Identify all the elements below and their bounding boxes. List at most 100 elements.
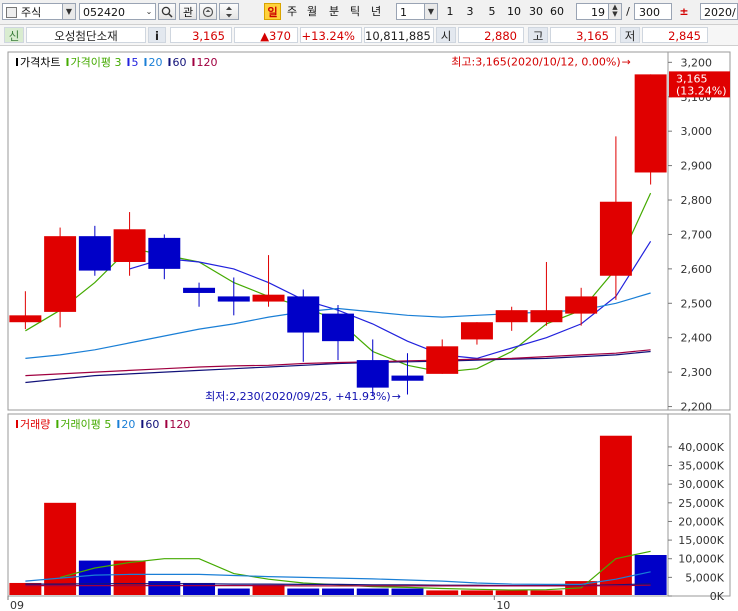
magnifier-icon bbox=[161, 6, 173, 18]
chevron-down-icon[interactable]: ▼ bbox=[424, 4, 437, 19]
candle-body bbox=[9, 315, 42, 323]
quick-1-button[interactable]: 1 bbox=[442, 3, 458, 20]
volume-tick-label: 10,000K bbox=[678, 553, 724, 566]
chart-area[interactable]: 가격차트 가격이평 3 5 20 60 120 거래량 거래이평 5 20 60 120 3,20… bbox=[0, 46, 738, 611]
price-legend-item: 20 bbox=[148, 56, 162, 69]
period-month-button[interactable]: 월 bbox=[303, 3, 321, 20]
price-change: ▲370 bbox=[234, 27, 298, 43]
volume-legend-swatch bbox=[16, 420, 18, 428]
candle-body bbox=[113, 229, 146, 262]
candle-body bbox=[183, 287, 216, 293]
volume-bar bbox=[634, 555, 667, 595]
candle-body bbox=[78, 236, 111, 271]
interval-select[interactable]: 1 ▼ bbox=[396, 3, 438, 20]
quick-3-button[interactable]: 3 bbox=[462, 3, 478, 20]
price-legend-item: 5 bbox=[131, 56, 138, 69]
slash-separator: / bbox=[626, 5, 630, 18]
price-tick-label: 2,300 bbox=[681, 366, 713, 379]
volume-bar bbox=[460, 590, 493, 595]
volume-legend-item: 60 bbox=[145, 418, 159, 431]
stock-name: 오성첨단소재 bbox=[26, 27, 146, 43]
price-legend-item: 가격이평 3 bbox=[70, 56, 121, 69]
open-price: 2,880 bbox=[458, 27, 524, 43]
volume-legend-swatch bbox=[165, 420, 168, 428]
price-legend-item: 120 bbox=[196, 56, 217, 69]
info-bar: 신 오성첨단소재 i 3,165 ▲370 +13.24% 10,811,885… bbox=[0, 25, 738, 46]
spinner-icon[interactable]: ▲ ▼ bbox=[608, 4, 621, 19]
volume-legend-item: 거래량 bbox=[20, 418, 50, 431]
visible-count-value: 19 bbox=[591, 6, 605, 19]
low-label: 저 bbox=[620, 27, 640, 43]
volume-bar bbox=[599, 435, 632, 595]
period-tick-button[interactable]: 틱 bbox=[346, 3, 364, 20]
chevron-down-icon[interactable]: ⌄ bbox=[143, 4, 155, 19]
volume-legend-swatch bbox=[56, 420, 59, 428]
candle-body bbox=[148, 237, 181, 269]
period-minute-button[interactable]: 분 bbox=[325, 3, 343, 20]
candle-body bbox=[426, 346, 459, 374]
period-week-button[interactable]: 주 bbox=[283, 3, 301, 20]
price-tick-label: 2,700 bbox=[681, 228, 713, 241]
candle-body bbox=[495, 310, 528, 323]
volume-legend-swatch bbox=[117, 420, 120, 428]
volume-bar bbox=[391, 588, 424, 595]
candle-body bbox=[391, 375, 424, 381]
volume-tick-label: 25,000K bbox=[678, 497, 724, 510]
date-axis-label: 09 bbox=[10, 599, 24, 611]
chevron-down-icon[interactable]: ▼ bbox=[62, 4, 75, 19]
candle-body bbox=[44, 236, 77, 312]
volume-tick-label: 30,000K bbox=[678, 478, 724, 491]
candle-body bbox=[460, 322, 493, 340]
price-legend-swatch bbox=[168, 58, 171, 66]
updown-button[interactable] bbox=[219, 3, 239, 20]
current-price: 3,165 bbox=[170, 27, 232, 43]
high-price: 3,165 bbox=[550, 27, 616, 43]
period-year-button[interactable]: 년 bbox=[367, 3, 385, 20]
current-price-pct-label: (13.24%) bbox=[676, 84, 727, 97]
candle-body bbox=[530, 310, 563, 323]
search-button[interactable] bbox=[158, 3, 176, 20]
date-axis: 09 10 bbox=[7, 596, 510, 611]
market-select-value: 주식 bbox=[21, 6, 42, 19]
candle-body bbox=[356, 360, 389, 388]
candle-body bbox=[634, 74, 667, 173]
price-tick-label: 2,900 bbox=[681, 160, 713, 173]
quick-10-button[interactable]: 10 bbox=[504, 3, 524, 20]
volume-bar bbox=[252, 584, 285, 595]
high-annotation: 최고:3,165(2020/10/12, 0.00%) bbox=[451, 55, 620, 68]
price-tick-label: 3,200 bbox=[681, 56, 713, 69]
code-input-value: 052420 bbox=[83, 6, 125, 19]
volume-bar bbox=[322, 588, 354, 595]
recent-icon bbox=[202, 6, 214, 18]
recent-button[interactable] bbox=[199, 3, 217, 20]
trade-volume: 10,811,885 bbox=[364, 27, 434, 43]
watch-button[interactable]: 관 bbox=[179, 3, 197, 20]
volume-bar bbox=[426, 590, 459, 595]
quick-30-button[interactable]: 30 bbox=[526, 3, 546, 20]
checkbox-icon[interactable] bbox=[6, 7, 17, 18]
price-tick-label: 2,600 bbox=[681, 263, 713, 276]
volume-bar bbox=[9, 582, 42, 595]
volume-tick-label: 40,000K bbox=[678, 441, 724, 454]
candle-body bbox=[565, 296, 598, 314]
plus-minus-icon[interactable]: ± bbox=[674, 3, 694, 20]
candle-body bbox=[322, 313, 354, 342]
volume-bar bbox=[495, 590, 528, 595]
total-count-input[interactable]: 300 bbox=[634, 3, 672, 20]
price-legend-item: 60 bbox=[172, 56, 186, 69]
code-input[interactable]: 052420 ⌄ bbox=[79, 3, 156, 20]
visible-count-input[interactable]: 19 ▲ ▼ bbox=[576, 3, 622, 20]
price-legend-item: 가격차트 bbox=[20, 56, 60, 69]
price-legend-swatch bbox=[127, 58, 130, 66]
period-day-button[interactable]: 일 bbox=[264, 3, 281, 20]
date-axis-label: 10 bbox=[496, 599, 510, 611]
price-tick-label: 3,000 bbox=[681, 125, 713, 138]
low-annotation: 최저:2,230(2020/09/25, +41.93%) bbox=[205, 390, 391, 403]
quick-60-button[interactable]: 60 bbox=[547, 3, 567, 20]
info-button[interactable]: i bbox=[148, 27, 166, 43]
volume-legend-item: 120 bbox=[169, 418, 190, 431]
date-input[interactable]: 2020/ bbox=[700, 3, 738, 20]
quick-5-button[interactable]: 5 bbox=[484, 3, 500, 20]
market-select[interactable]: 주식 ▼ bbox=[2, 3, 76, 20]
updown-arrows-icon bbox=[226, 6, 232, 18]
